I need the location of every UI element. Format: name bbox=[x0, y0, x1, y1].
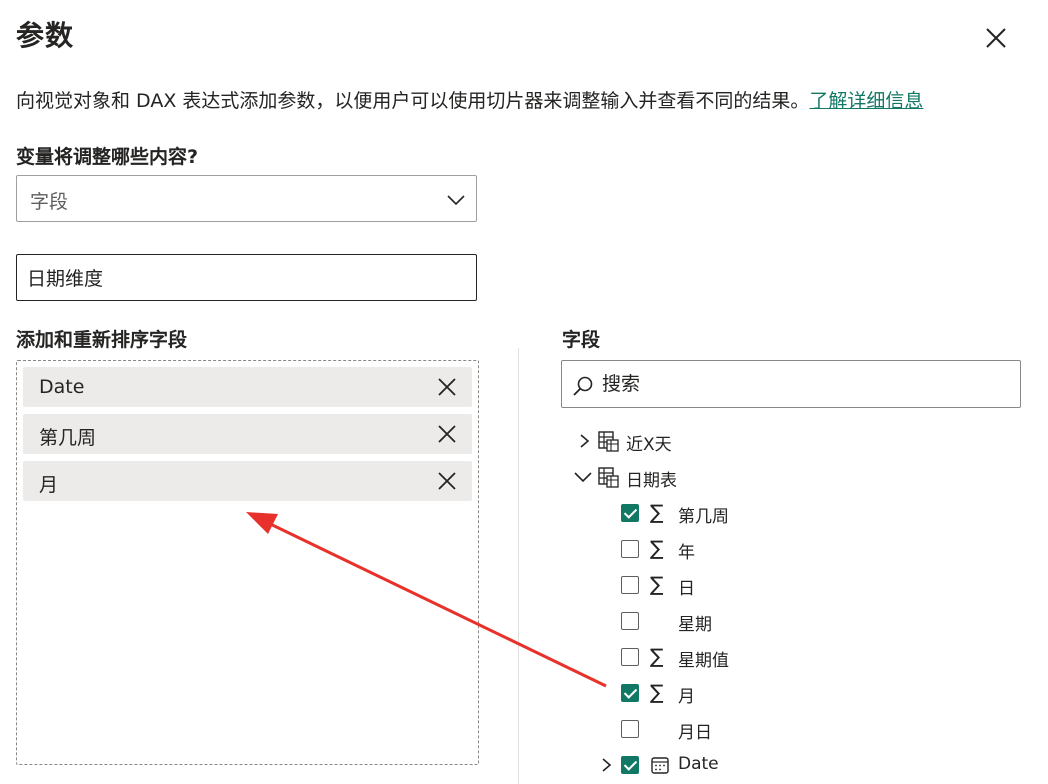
close-button[interactable] bbox=[982, 24, 1010, 52]
column-checkbox[interactable] bbox=[621, 612, 639, 630]
chevron-right-icon[interactable] bbox=[600, 758, 612, 772]
field-item-label: 第几周 bbox=[39, 427, 97, 449]
chevron-down-icon[interactable] bbox=[574, 471, 592, 483]
column-checkbox[interactable] bbox=[621, 540, 639, 558]
sigma-icon: ∑ bbox=[650, 644, 664, 668]
column-checkbox[interactable] bbox=[621, 576, 639, 594]
description-text: 向视觉对象和 DAX 表达式添加参数，以便用户可以使用切片器来调整输入并查看不同… bbox=[16, 90, 810, 112]
remove-icon[interactable] bbox=[436, 376, 458, 398]
chevron-down-icon bbox=[447, 195, 465, 206]
column-row-weekday-value[interactable]: ∑ 星期值 bbox=[620, 642, 920, 672]
column-label: 第几周 bbox=[678, 507, 729, 527]
column-label: 星期 bbox=[678, 615, 712, 635]
column-label: 月日 bbox=[678, 723, 712, 743]
remove-icon[interactable] bbox=[436, 423, 458, 445]
variable-label: 变量将调整哪些内容? bbox=[16, 146, 199, 168]
column-label: Date bbox=[678, 754, 719, 774]
field-item-week[interactable]: 第几周 bbox=[23, 414, 472, 454]
parameter-name-input[interactable] bbox=[16, 254, 477, 301]
column-checkbox[interactable] bbox=[621, 756, 639, 774]
table-icon bbox=[598, 467, 619, 488]
fields-pane-title: 字段 bbox=[562, 329, 601, 351]
column-label: 星期值 bbox=[678, 651, 729, 671]
sigma-icon: ∑ bbox=[650, 572, 664, 596]
field-item-label: Date bbox=[39, 376, 85, 398]
field-item-date[interactable]: Date bbox=[23, 367, 472, 407]
tree-table-nearx[interactable]: 近X天 bbox=[574, 426, 874, 456]
dialog-title: 参数 bbox=[16, 19, 75, 52]
remove-icon[interactable] bbox=[436, 470, 458, 492]
chevron-right-icon[interactable] bbox=[578, 434, 590, 448]
pane-divider bbox=[518, 348, 519, 784]
search-input[interactable] bbox=[602, 369, 1002, 399]
column-checkbox[interactable] bbox=[621, 504, 639, 522]
column-row-date-hierarchy[interactable]: Date bbox=[596, 750, 916, 780]
column-checkbox[interactable] bbox=[621, 648, 639, 666]
column-checkbox[interactable] bbox=[621, 720, 639, 738]
column-row-year[interactable]: ∑ 年 bbox=[620, 534, 920, 564]
learn-more-link[interactable]: 了解详细信息 bbox=[809, 90, 923, 112]
column-label: 日 bbox=[678, 579, 695, 599]
table-name: 日期表 bbox=[626, 471, 677, 491]
search-icon bbox=[573, 376, 593, 396]
column-row-monthday[interactable]: 月日 bbox=[620, 714, 920, 744]
reorder-label: 添加和重新排序字段 bbox=[16, 329, 188, 351]
sigma-icon: ∑ bbox=[650, 536, 664, 560]
field-item-month[interactable]: 月 bbox=[23, 461, 472, 501]
sigma-icon: ∑ bbox=[650, 680, 664, 704]
fields-search[interactable] bbox=[561, 360, 1021, 408]
variable-dropdown[interactable]: 字段 bbox=[16, 175, 477, 222]
table-icon bbox=[598, 431, 619, 452]
column-row-week[interactable]: ∑ 第几周 bbox=[620, 498, 920, 528]
column-label: 年 bbox=[678, 543, 695, 563]
close-icon bbox=[986, 28, 1006, 48]
reorder-fields-box[interactable]: Date 第几周 月 bbox=[16, 360, 479, 765]
dropdown-value: 字段 bbox=[30, 191, 69, 213]
column-checkbox[interactable] bbox=[621, 684, 639, 702]
sigma-icon: ∑ bbox=[650, 500, 664, 524]
column-row-day[interactable]: ∑ 日 bbox=[620, 570, 920, 600]
calendar-icon bbox=[651, 757, 669, 774]
dialog-description: 向视觉对象和 DAX 表达式添加参数，以便用户可以使用切片器来调整输入并查看不同… bbox=[16, 86, 923, 113]
column-row-month[interactable]: ∑ 月 bbox=[620, 678, 920, 708]
field-item-label: 月 bbox=[39, 474, 59, 496]
tree-table-date[interactable]: 日期表 bbox=[574, 462, 874, 492]
column-row-weekday[interactable]: 星期 bbox=[620, 606, 920, 636]
table-name: 近X天 bbox=[626, 435, 672, 455]
column-label: 月 bbox=[678, 687, 695, 707]
